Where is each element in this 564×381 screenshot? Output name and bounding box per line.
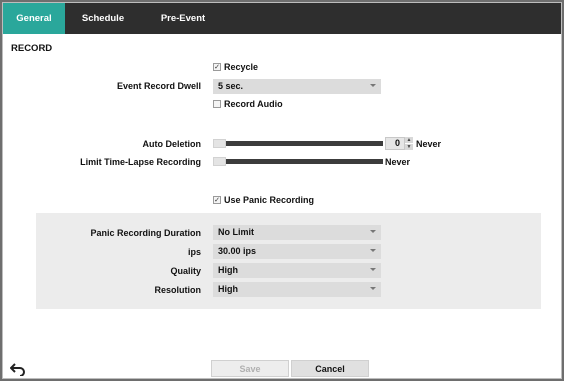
quality-select[interactable]: High <box>213 263 381 278</box>
tab-general[interactable]: General <box>3 3 65 34</box>
record-audio-checkbox[interactable]: Record Audio <box>213 99 283 109</box>
resolution-select[interactable]: High <box>213 282 381 297</box>
tab-bar: General Schedule Pre-Event <box>3 3 561 34</box>
record-settings-window: General Schedule Pre-Event RECORD ✓ Recy… <box>2 2 562 379</box>
event-record-dwell-select[interactable]: 5 sec. <box>213 79 381 94</box>
checkmark-icon: ✓ <box>213 63 221 71</box>
spin-arrows[interactable]: ▲ ▼ <box>405 137 413 150</box>
event-record-dwell-value: 5 sec. <box>218 81 244 91</box>
panic-duration-value: No Limit <box>218 227 254 237</box>
ips-value: 30.00 ips <box>218 246 257 256</box>
save-button[interactable]: Save <box>211 360 289 377</box>
limit-timelapse-slider[interactable] <box>213 157 383 166</box>
limit-timelapse-value: Never <box>385 157 411 167</box>
back-arrow-icon[interactable] <box>9 362 26 377</box>
section-title: RECORD <box>11 43 53 54</box>
record-audio-label: Record Audio <box>224 99 283 109</box>
checkbox-empty-icon <box>213 100 221 108</box>
quality-value: High <box>218 265 238 275</box>
chevron-down-icon <box>370 249 376 252</box>
quality-label: Quality <box>170 266 201 276</box>
event-record-dwell-label: Event Record Dwell <box>116 81 201 91</box>
slider-handle[interactable] <box>213 157 226 166</box>
spin-down-icon[interactable]: ▼ <box>405 144 413 150</box>
ips-label: ips <box>187 247 201 257</box>
limit-timelapse-label: Limit Time-Lapse Recording <box>80 157 201 167</box>
auto-deletion-spinbox[interactable]: 0 <box>385 137 405 150</box>
resolution-value: High <box>218 284 238 294</box>
slider-rail <box>226 141 383 146</box>
auto-deletion-slider[interactable] <box>213 139 383 148</box>
ips-select[interactable]: 30.00 ips <box>213 244 381 259</box>
use-panic-recording-label: Use Panic Recording <box>224 195 315 205</box>
recycle-label: Recycle <box>224 62 259 72</box>
recycle-checkbox[interactable]: ✓ Recycle <box>213 62 258 72</box>
cancel-button[interactable]: Cancel <box>291 360 369 377</box>
panic-duration-select[interactable]: No Limit <box>213 225 381 240</box>
spin-up-icon[interactable]: ▲ <box>405 137 413 143</box>
chevron-down-icon <box>370 287 376 290</box>
chevron-down-icon <box>370 268 376 271</box>
tab-pre-event[interactable]: Pre-Event <box>153 3 213 34</box>
use-panic-recording-checkbox[interactable]: ✓ Use Panic Recording <box>213 195 314 205</box>
chevron-down-icon <box>370 230 376 233</box>
slider-handle[interactable] <box>213 139 226 148</box>
tab-schedule[interactable]: Schedule <box>75 3 131 34</box>
panic-duration-label: Panic Recording Duration <box>90 228 201 238</box>
auto-deletion-unit: Never <box>416 139 442 149</box>
checkmark-icon: ✓ <box>213 196 221 204</box>
slider-rail <box>226 159 383 164</box>
chevron-down-icon <box>370 84 376 87</box>
auto-deletion-label: Auto Deletion <box>142 139 202 149</box>
resolution-label: Resolution <box>154 285 202 295</box>
